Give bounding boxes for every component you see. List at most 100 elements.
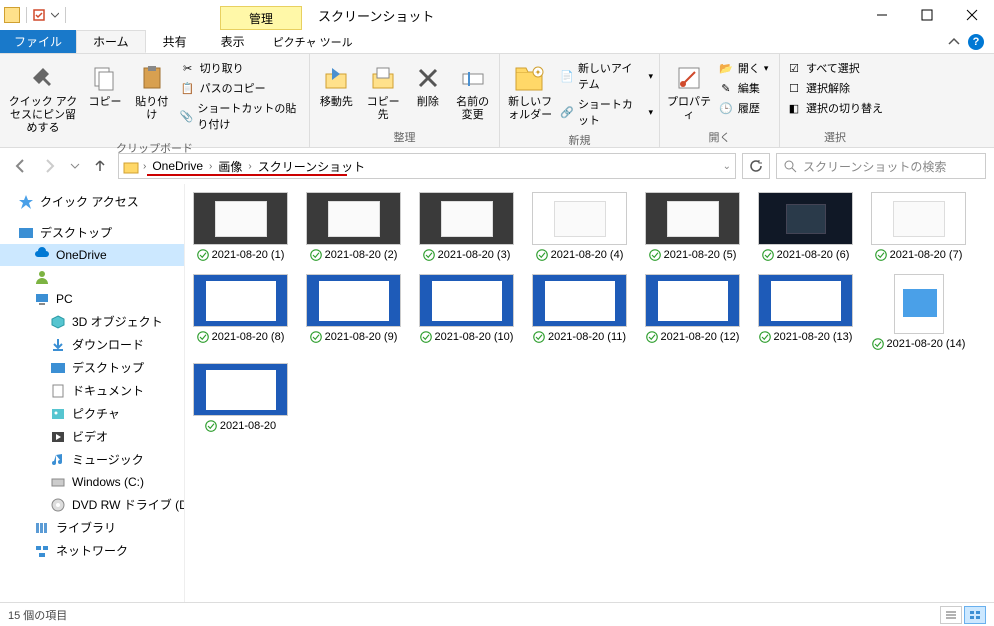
file-tile[interactable]: 2021-08-20 (4) <box>532 192 627 262</box>
back-button[interactable] <box>8 154 32 178</box>
nav-desktop[interactable]: デスクトップ <box>0 221 184 244</box>
svg-text:✦: ✦ <box>535 68 542 77</box>
file-tile[interactable]: 2021-08-20 (11) <box>532 274 627 351</box>
nav-pc[interactable]: PC <box>0 288 184 310</box>
invert-selection-button[interactable]: ◧選択の切り替え <box>786 100 884 116</box>
delete-button[interactable]: 削除 <box>409 58 446 125</box>
nav-dvd-drive[interactable]: DVD RW ドライブ (D <box>0 493 184 516</box>
copy-path-button[interactable]: 📋パスのコピー <box>180 80 303 96</box>
file-tile[interactable]: 2021-08-20 (13) <box>758 274 853 351</box>
view-details-button[interactable] <box>940 606 962 624</box>
cut-button[interactable]: ✂切り取り <box>180 60 303 76</box>
nav-pictures[interactable]: ピクチャ <box>0 402 184 425</box>
select-all-button[interactable]: ☑すべて選択 <box>786 60 884 76</box>
checkbox-icon[interactable] <box>33 9 45 21</box>
paste-shortcut-button[interactable]: 📎ショートカットの貼り付け <box>180 100 303 132</box>
file-name: 2021-08-20 (11) <box>548 331 626 344</box>
copyto-button[interactable]: コピー先 <box>363 58 404 125</box>
breadcrumb-seg-3[interactable]: スクリーンショット <box>256 158 367 175</box>
file-name: 2021-08-20 (4) <box>551 249 624 262</box>
window-title: スクリーンショット <box>318 6 434 25</box>
nav-libraries[interactable]: ライブラリ <box>0 516 184 539</box>
tab-file[interactable]: ファイル <box>0 30 76 53</box>
nav-quick-access[interactable]: クイック アクセス <box>0 190 184 213</box>
file-name: 2021-08-20 (5) <box>664 249 737 262</box>
search-icon <box>783 159 797 173</box>
file-tile[interactable]: 2021-08-20 (14) <box>871 274 966 351</box>
new-shortcut-button[interactable]: 🔗ショートカット▾ <box>560 96 653 128</box>
group-new-label: 新規 <box>500 132 659 150</box>
system-menu-icon[interactable] <box>4 7 20 23</box>
nav-network[interactable]: ネットワーク <box>0 539 184 562</box>
file-name: 2021-08-20 (13) <box>774 331 853 344</box>
open-button[interactable]: 📂開く▾ <box>718 60 773 76</box>
nav-3d-objects[interactable]: 3D オブジェクト <box>0 310 184 333</box>
nav-onedrive[interactable]: OneDrive <box>0 244 184 266</box>
nav-music[interactable]: ミュージック <box>0 448 184 471</box>
file-name: 2021-08-20 (1) <box>212 249 285 262</box>
file-tile[interactable]: 2021-08-20 (12) <box>645 274 740 351</box>
history-button[interactable]: 🕒履歴 <box>718 100 773 116</box>
file-tile[interactable]: 2021-08-20 (2) <box>306 192 401 262</box>
pin-to-quickaccess-button[interactable]: クイック アクセスにピン留めする <box>6 58 80 136</box>
folder-icon <box>123 158 139 174</box>
copy-button[interactable]: コピー <box>86 58 124 136</box>
group-open-label: 開く <box>660 129 779 147</box>
file-name: 2021-08-20 <box>220 420 276 433</box>
file-tile[interactable]: 2021-08-20 (5) <box>645 192 740 262</box>
nav-c-drive[interactable]: Windows (C:) <box>0 471 184 493</box>
help-icon[interactable]: ? <box>968 34 984 50</box>
paste-button[interactable]: 貼り付け <box>130 58 174 136</box>
ribbon: クイック アクセスにピン留めする コピー 貼り付け ✂切り取り 📋パスのコピー … <box>0 54 994 148</box>
file-name: 2021-08-20 (9) <box>325 331 398 344</box>
tab-home[interactable]: ホーム <box>76 30 146 53</box>
moveto-button[interactable]: 移動先 <box>316 58 357 125</box>
file-tile[interactable]: 2021-08-20 (1) <box>193 192 288 262</box>
breadcrumb-seg-2[interactable]: 画像 <box>216 158 244 175</box>
file-tile[interactable]: 2021-08-20 (7) <box>871 192 966 262</box>
nav-downloads[interactable]: ダウンロード <box>0 333 184 356</box>
close-button[interactable] <box>949 0 994 30</box>
new-item-button[interactable]: 📄新しいアイテム▾ <box>560 60 653 92</box>
file-tile[interactable]: 2021-08-20 (8) <box>193 274 288 351</box>
address-bar[interactable]: › OneDrive › 画像 › スクリーンショット ⌄ <box>118 153 736 179</box>
minimize-button[interactable] <box>859 0 904 30</box>
file-tile[interactable]: 2021-08-20 (3) <box>419 192 514 262</box>
file-tile[interactable]: 2021-08-20 (6) <box>758 192 853 262</box>
breadcrumb-seg-1[interactable]: OneDrive <box>150 159 205 173</box>
collapse-ribbon-icon[interactable] <box>948 36 960 48</box>
file-tile[interactable]: 2021-08-20 (10) <box>419 274 514 351</box>
maximize-button[interactable] <box>904 0 949 30</box>
file-tile[interactable]: 2021-08-20 <box>193 363 288 433</box>
file-name: 2021-08-20 (7) <box>890 249 963 262</box>
file-name: 2021-08-20 (12) <box>661 331 740 344</box>
rename-button[interactable]: 名前の変更 <box>452 58 493 125</box>
context-tab-manage[interactable]: 管理 <box>220 6 302 30</box>
nav-user[interactable] <box>0 266 184 288</box>
dropdown-icon[interactable] <box>51 11 59 19</box>
nav-desktop2[interactable]: デスクトップ <box>0 356 184 379</box>
file-name: 2021-08-20 (8) <box>212 331 285 344</box>
address-dropdown-icon[interactable]: ⌄ <box>723 161 731 172</box>
status-bar: 15 個の項目 <box>0 602 994 626</box>
forward-button[interactable] <box>38 154 62 178</box>
tab-share[interactable]: 共有 <box>146 30 204 53</box>
tab-view[interactable]: 表示 <box>204 30 262 53</box>
file-list[interactable]: 2021-08-20 (1) 2021-08-20 (2) 2021-08-20 (… <box>185 184 994 602</box>
new-folder-button[interactable]: ✦ 新しいフォルダー <box>506 58 554 128</box>
file-name: 2021-08-20 (14) <box>887 338 966 351</box>
navigation-pane[interactable]: クイック アクセス デスクトップ OneDrive PC 3D オブジェクト ダ… <box>0 184 185 602</box>
up-button[interactable] <box>88 154 112 178</box>
properties-button[interactable]: プロパティ <box>666 58 712 125</box>
refresh-button[interactable] <box>742 153 770 179</box>
tab-picture-tools[interactable]: ピクチャ ツール <box>262 30 364 53</box>
nav-documents[interactable]: ドキュメント <box>0 379 184 402</box>
file-tile[interactable]: 2021-08-20 (9) <box>306 274 401 351</box>
search-input[interactable]: スクリーンショットの検索 <box>776 153 986 179</box>
select-none-button[interactable]: ☐選択解除 <box>786 80 884 96</box>
group-organize-label: 整理 <box>310 129 499 147</box>
recent-locations-button[interactable] <box>68 154 82 178</box>
view-thumbnails-button[interactable] <box>964 606 986 624</box>
nav-videos[interactable]: ビデオ <box>0 425 184 448</box>
edit-button[interactable]: ✎編集 <box>718 80 773 96</box>
